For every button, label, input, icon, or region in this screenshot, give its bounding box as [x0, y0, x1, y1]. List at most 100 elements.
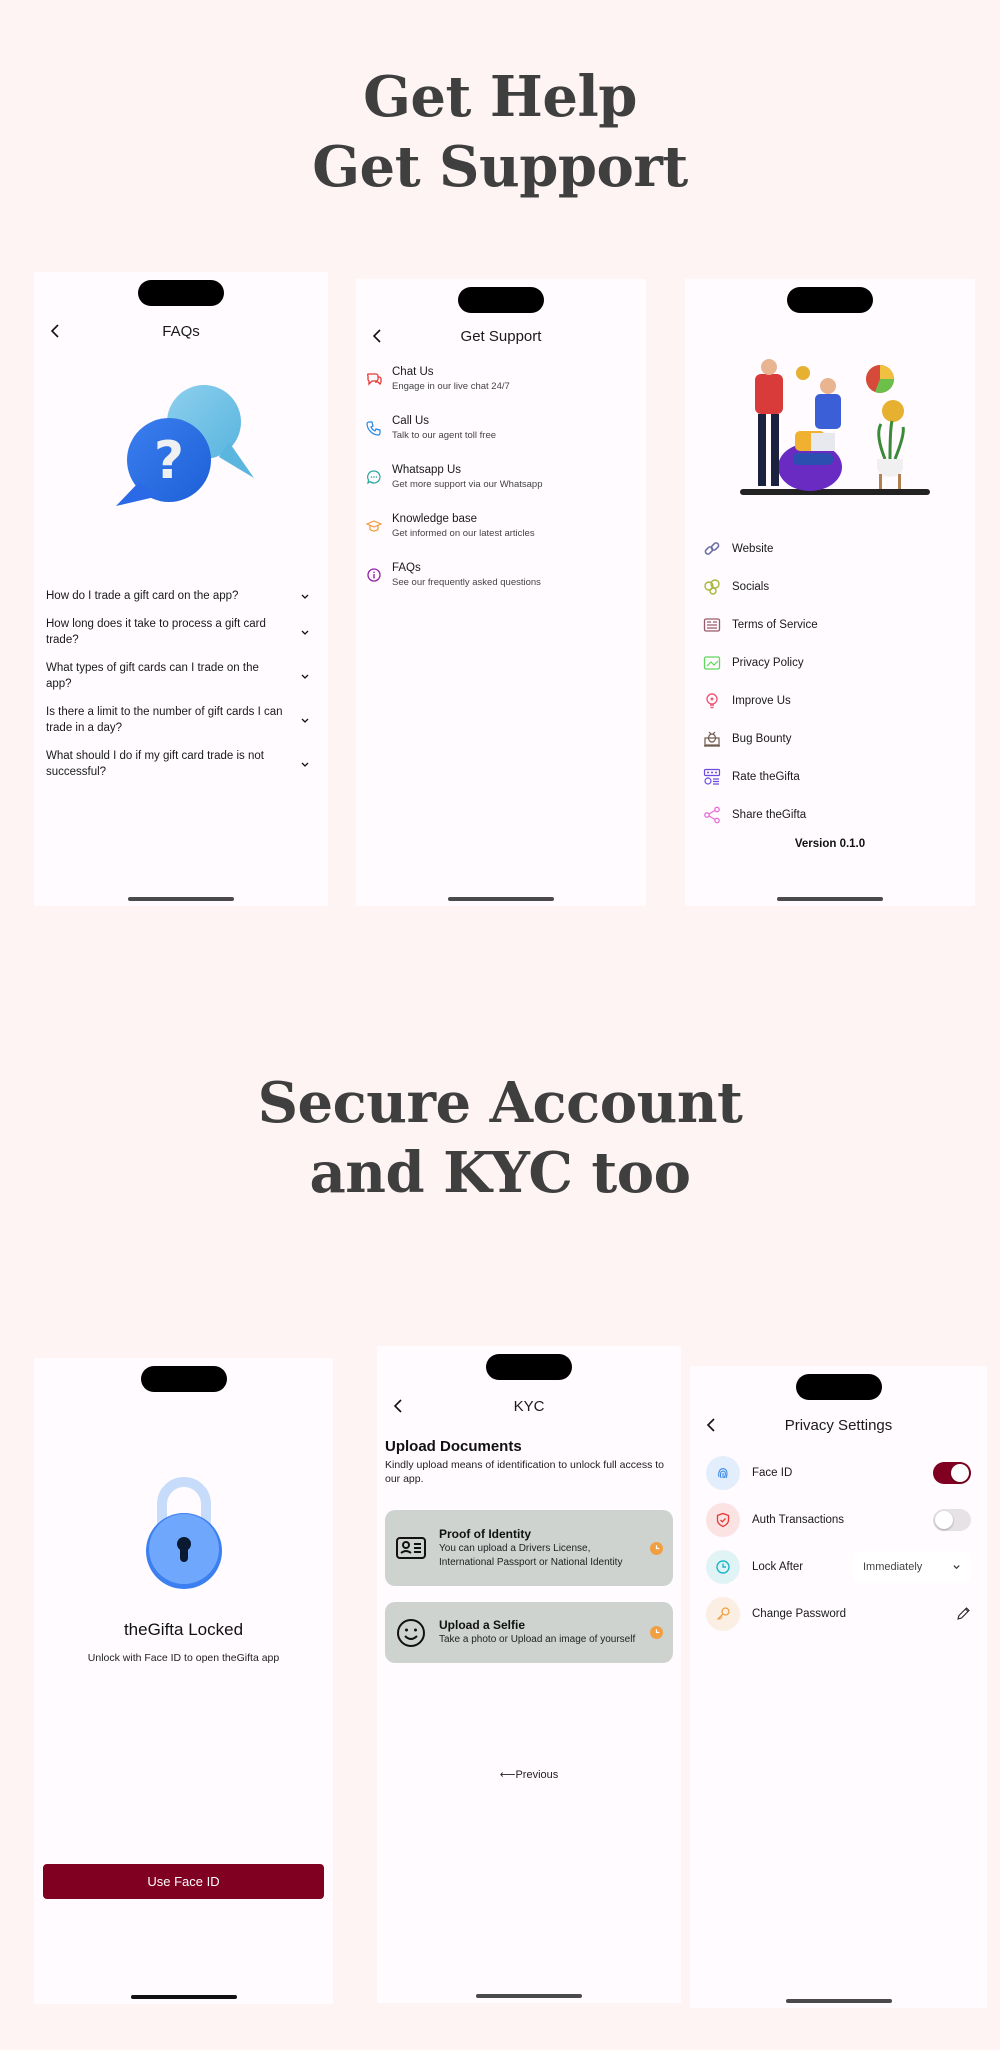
about-item-rate[interactable]: Rate theGifta — [703, 758, 957, 796]
dynamic-island — [787, 287, 873, 313]
dynamic-island — [458, 287, 544, 313]
support-item-subtitle: See our frequently asked questions — [392, 577, 541, 588]
setting-auth-transactions: Auth Transactions — [706, 1496, 971, 1543]
kyc-card-title: Upload a Selfie — [439, 1618, 526, 1632]
app-version: Version 0.1.0 — [794, 838, 866, 850]
kyc-card-subtitle: Take a photo or Upload an image of yours… — [439, 1634, 636, 1645]
support-item-call[interactable]: Call Us Talk to our agent toll free — [366, 414, 636, 463]
about-item-label: Terms of Service — [732, 619, 818, 631]
privacy-settings-list: Face ID Auth Transactions Lock After Imm… — [706, 1449, 971, 1637]
setting-label: Auth Transactions — [752, 1513, 845, 1526]
about-item-label: Improve Us — [732, 695, 791, 707]
faq-question: How do I trade a gift card on the app? — [46, 590, 239, 602]
about-item-label: Privacy Policy — [732, 657, 804, 669]
fingerprint-icon — [706, 1455, 740, 1490]
nav-bar: FAQs — [34, 316, 328, 346]
phone-icon — [366, 421, 381, 436]
support-item-subtitle: Get informed on our latest articles — [392, 528, 535, 539]
clock-icon — [706, 1549, 740, 1584]
support-item-subtitle: Talk to our agent toll free — [392, 430, 497, 441]
about-item-share[interactable]: Share theGifta — [703, 796, 957, 834]
smiley-face-icon — [397, 1618, 425, 1647]
pencil-edit-icon[interactable] — [955, 1606, 971, 1622]
page-title: KYC — [513, 1397, 545, 1415]
back-arrow-icon[interactable] — [48, 323, 64, 339]
padlock-illustration — [146, 1477, 222, 1589]
dynamic-island — [140, 1366, 227, 1392]
chevron-down-icon — [301, 718, 309, 723]
home-indicator — [476, 1994, 582, 1998]
use-face-id-button[interactable]: Use Face ID — [43, 1864, 324, 1899]
back-arrow-icon[interactable] — [704, 1417, 720, 1433]
faq-item[interactable]: How do I trade a gift card on the app? — [46, 588, 316, 604]
dynamic-island — [138, 280, 224, 306]
support-item-chat[interactable]: Chat Us Engage in our live chat 24/7 — [366, 365, 636, 414]
section-description: Kindly upload means of identification to… — [385, 1459, 664, 1485]
kyc-card-proof-of-identity[interactable]: Proof of Identity You can upload a Drive… — [385, 1510, 673, 1586]
kyc-card-upload-selfie[interactable]: Upload a Selfie Take a photo or Upload a… — [385, 1602, 673, 1663]
about-screen: Website Socials Terms of Service Privacy… — [685, 279, 975, 906]
home-indicator — [448, 897, 554, 901]
lock-subtitle: Unlock with Face ID to open theGifta app — [87, 1652, 280, 1664]
support-item-subtitle: Engage in our live chat 24/7 — [392, 381, 510, 392]
faq-screen: FAQs ? How do I trade a gift card on the… — [34, 272, 328, 906]
support-item-title: FAQs — [392, 562, 421, 574]
about-item-bug-bounty[interactable]: Bug Bounty — [703, 720, 957, 758]
support-item-title: Knowledge base — [392, 513, 478, 525]
chevron-down-icon — [301, 762, 309, 767]
about-item-website[interactable]: Website — [703, 530, 957, 568]
kyc-card-title: Proof of Identity — [439, 1526, 531, 1541]
support-item-whatsapp[interactable]: Whatsapp Us Get more support via our Wha… — [366, 463, 636, 512]
faq-question: How long does it take to process a gift … — [46, 618, 266, 646]
lock-title: theGifta Locked — [123, 1620, 244, 1639]
about-item-label: Socials — [732, 581, 770, 593]
home-indicator — [785, 1999, 892, 2003]
support-item-faqs[interactable]: FAQs See our frequently asked questions — [366, 561, 636, 610]
rating-icon — [703, 768, 721, 785]
faq-item[interactable]: How long does it take to process a gift … — [46, 616, 316, 648]
back-arrow-icon[interactable] — [391, 1398, 407, 1414]
page-title: Privacy Settings — [784, 1416, 893, 1434]
about-item-improve-us[interactable]: Improve Us — [703, 682, 957, 720]
shield-check-icon — [706, 1502, 740, 1537]
document-icon — [703, 618, 721, 632]
faq-question: What types of gift cards can I trade on … — [46, 662, 259, 690]
bug-icon — [704, 731, 720, 747]
dynamic-island — [486, 1354, 572, 1380]
headline-line: Get Support — [312, 134, 688, 200]
setting-change-password[interactable]: Change Password — [706, 1590, 971, 1637]
headline-line: and KYC too — [309, 1140, 691, 1206]
privacy-settings-screen: Privacy Settings Face ID Auth Transactio… — [690, 1366, 987, 2008]
lock-after-select[interactable]: Immediately — [853, 1550, 971, 1583]
chevron-down-icon — [301, 674, 309, 679]
auth-transactions-toggle[interactable] — [933, 1508, 971, 1531]
about-item-socials[interactable]: Socials — [703, 568, 957, 606]
about-item-privacy-policy[interactable]: Privacy Policy — [703, 644, 957, 682]
support-item-knowledge-base[interactable]: Knowledge base Get informed on our lates… — [366, 512, 636, 561]
faq-question: What should I do if my gift card trade i… — [46, 750, 264, 778]
about-item-terms[interactable]: Terms of Service — [703, 606, 957, 644]
headline-get-help: Get Help Get Support — [0, 62, 1000, 202]
setting-label: Face ID — [752, 1466, 793, 1479]
pending-clock-icon — [650, 1626, 663, 1639]
about-item-label: Rate theGifta — [732, 771, 800, 783]
face-id-toggle[interactable] — [933, 1461, 971, 1484]
support-item-title: Whatsapp Us — [392, 464, 462, 476]
lock-after-value: Immediately — [863, 1560, 923, 1573]
chevron-down-icon — [953, 1565, 960, 1570]
faq-item[interactable]: What types of gift cards can I trade on … — [46, 660, 316, 692]
chevron-down-icon — [301, 630, 309, 635]
previous-link[interactable]: ⟵Previous — [377, 1768, 681, 1781]
message-dots-icon — [367, 470, 381, 485]
faq-list: How do I trade a gift card on the app? H… — [46, 588, 316, 792]
faq-item[interactable]: Is there a limit to the number of gift c… — [46, 704, 316, 736]
kyc-card-subtitle: You can upload a Drivers License, Intern… — [439, 1542, 623, 1568]
faq-item[interactable]: What should I do if my gift card trade i… — [46, 748, 316, 780]
key-icon — [706, 1596, 740, 1631]
home-indicator — [128, 897, 234, 901]
id-card-icon — [396, 1537, 426, 1559]
about-links-list: Website Socials Terms of Service Privacy… — [703, 530, 957, 834]
setting-lock-after: Lock After Immediately — [706, 1543, 971, 1590]
support-screen: Get Support Chat Us Engage in our live c… — [356, 279, 646, 906]
back-arrow-icon[interactable] — [370, 328, 386, 344]
